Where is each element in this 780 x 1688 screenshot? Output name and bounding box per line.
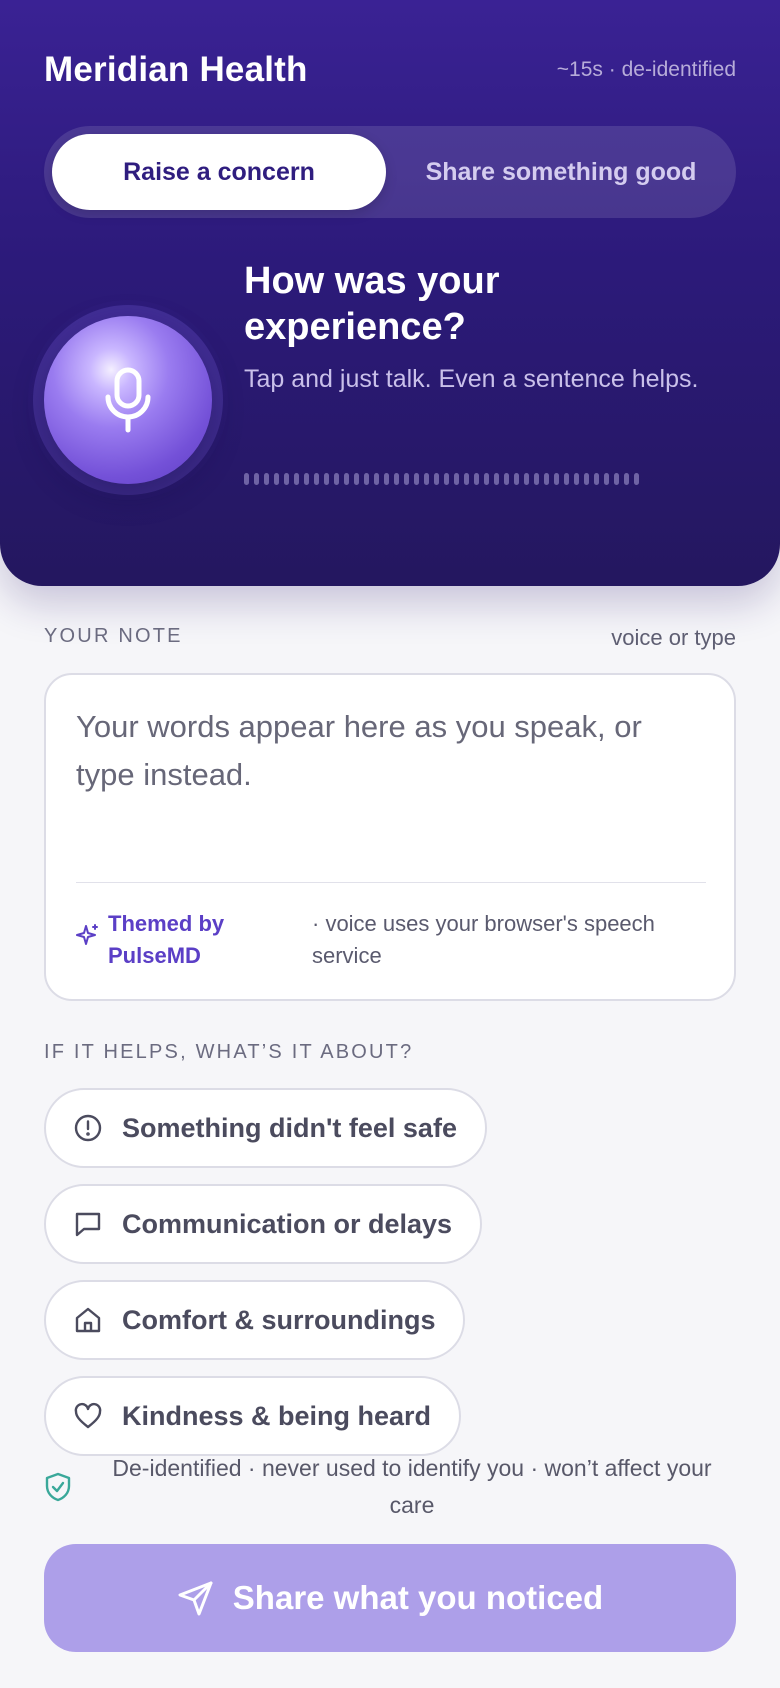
level-bar bbox=[434, 473, 439, 485]
level-bar bbox=[534, 473, 539, 485]
category-chip-safety[interactable]: Something didn't feel safe bbox=[44, 1088, 487, 1168]
tab-raise-concern[interactable]: Raise a concern bbox=[52, 134, 386, 210]
note-section-label: YOUR NOTE bbox=[44, 625, 183, 647]
prompt-subtitle: Tap and just talk. Even a sentence helps… bbox=[244, 365, 699, 393]
level-bar bbox=[334, 473, 339, 485]
category-chip-kindness[interactable]: Kindness & being heard bbox=[44, 1376, 462, 1456]
submit-label: Share what you noticed bbox=[232, 1579, 604, 1616]
mode-toggle: Raise a concern Share something good bbox=[44, 126, 736, 218]
alert-circle-icon bbox=[72, 1112, 104, 1144]
level-bar bbox=[504, 473, 509, 485]
level-bar bbox=[344, 473, 349, 485]
level-bar bbox=[274, 473, 279, 485]
hero-panel: Meridian Health ~15s · de-identified Rai… bbox=[0, 0, 780, 586]
level-bar bbox=[444, 473, 449, 485]
sparkle-icon bbox=[76, 924, 98, 945]
brand-title: Meridian Health bbox=[44, 50, 308, 89]
privacy-note: De-identified · never used to identify y… bbox=[112, 1455, 712, 1518]
level-bar bbox=[374, 473, 379, 485]
level-bar bbox=[324, 473, 329, 485]
level-bar bbox=[474, 473, 479, 485]
level-bar bbox=[524, 473, 529, 485]
level-bar bbox=[604, 473, 609, 485]
chip-label: Something didn't feel safe bbox=[122, 1112, 457, 1143]
category-chip-comfort[interactable]: Comfort & surroundings bbox=[44, 1280, 466, 1360]
level-bar bbox=[364, 473, 369, 485]
home-icon bbox=[72, 1304, 104, 1336]
level-bar bbox=[354, 473, 359, 485]
level-bar bbox=[404, 473, 409, 485]
send-icon bbox=[178, 1581, 213, 1616]
time-privacy-meta: ~15s · de-identified bbox=[556, 58, 736, 81]
theme-credit: Themed by PulseMD bbox=[108, 911, 225, 968]
note-card: Themed by PulseMD · voice uses your brow… bbox=[44, 673, 736, 1001]
level-bar bbox=[464, 473, 469, 485]
level-bar bbox=[394, 473, 399, 485]
heart-icon bbox=[72, 1400, 104, 1432]
level-bar bbox=[494, 473, 499, 485]
level-bar bbox=[284, 473, 289, 485]
level-bar bbox=[574, 473, 579, 485]
message-square-icon bbox=[72, 1208, 104, 1240]
level-bar bbox=[624, 473, 629, 485]
voice-disclaimer: · voice uses your browser's speech servi… bbox=[312, 911, 655, 968]
category-section-label: IF IT HELPS, WHAT’S IT ABOUT? bbox=[44, 1041, 414, 1063]
note-textarea[interactable] bbox=[76, 703, 706, 853]
level-bar bbox=[314, 473, 319, 485]
level-bar bbox=[634, 473, 639, 485]
level-bar bbox=[484, 473, 489, 485]
level-bar bbox=[414, 473, 419, 485]
level-bar bbox=[304, 473, 309, 485]
chip-label: Comfort & surroundings bbox=[122, 1304, 436, 1335]
level-bar bbox=[594, 473, 599, 485]
chip-label: Kindness & being heard bbox=[122, 1400, 432, 1431]
level-bar bbox=[254, 473, 259, 485]
level-bar bbox=[544, 473, 549, 485]
level-bar bbox=[454, 473, 459, 485]
level-bar bbox=[514, 473, 519, 485]
shield-check-icon bbox=[45, 1472, 71, 1502]
level-bar bbox=[554, 473, 559, 485]
level-bar bbox=[614, 473, 619, 485]
note-input-hint: voice or type bbox=[611, 625, 736, 650]
level-bar bbox=[564, 473, 569, 485]
level-bar bbox=[384, 473, 389, 485]
level-bar bbox=[264, 473, 269, 485]
level-bar bbox=[424, 473, 429, 485]
prompt-title: How was your experience? bbox=[244, 260, 500, 348]
submit-button[interactable]: Share what you noticed bbox=[44, 1544, 736, 1652]
level-bar bbox=[244, 473, 249, 485]
note-divider bbox=[76, 882, 706, 883]
chip-label: Communication or delays bbox=[122, 1208, 453, 1239]
audio-level-meter bbox=[244, 472, 654, 486]
category-chip-communication[interactable]: Communication or delays bbox=[44, 1184, 483, 1264]
level-bar bbox=[584, 473, 589, 485]
record-voice-button[interactable] bbox=[44, 316, 212, 484]
tab-share-good[interactable]: Share something good bbox=[394, 134, 728, 210]
level-bar bbox=[294, 473, 299, 485]
microphone-icon bbox=[105, 367, 151, 433]
